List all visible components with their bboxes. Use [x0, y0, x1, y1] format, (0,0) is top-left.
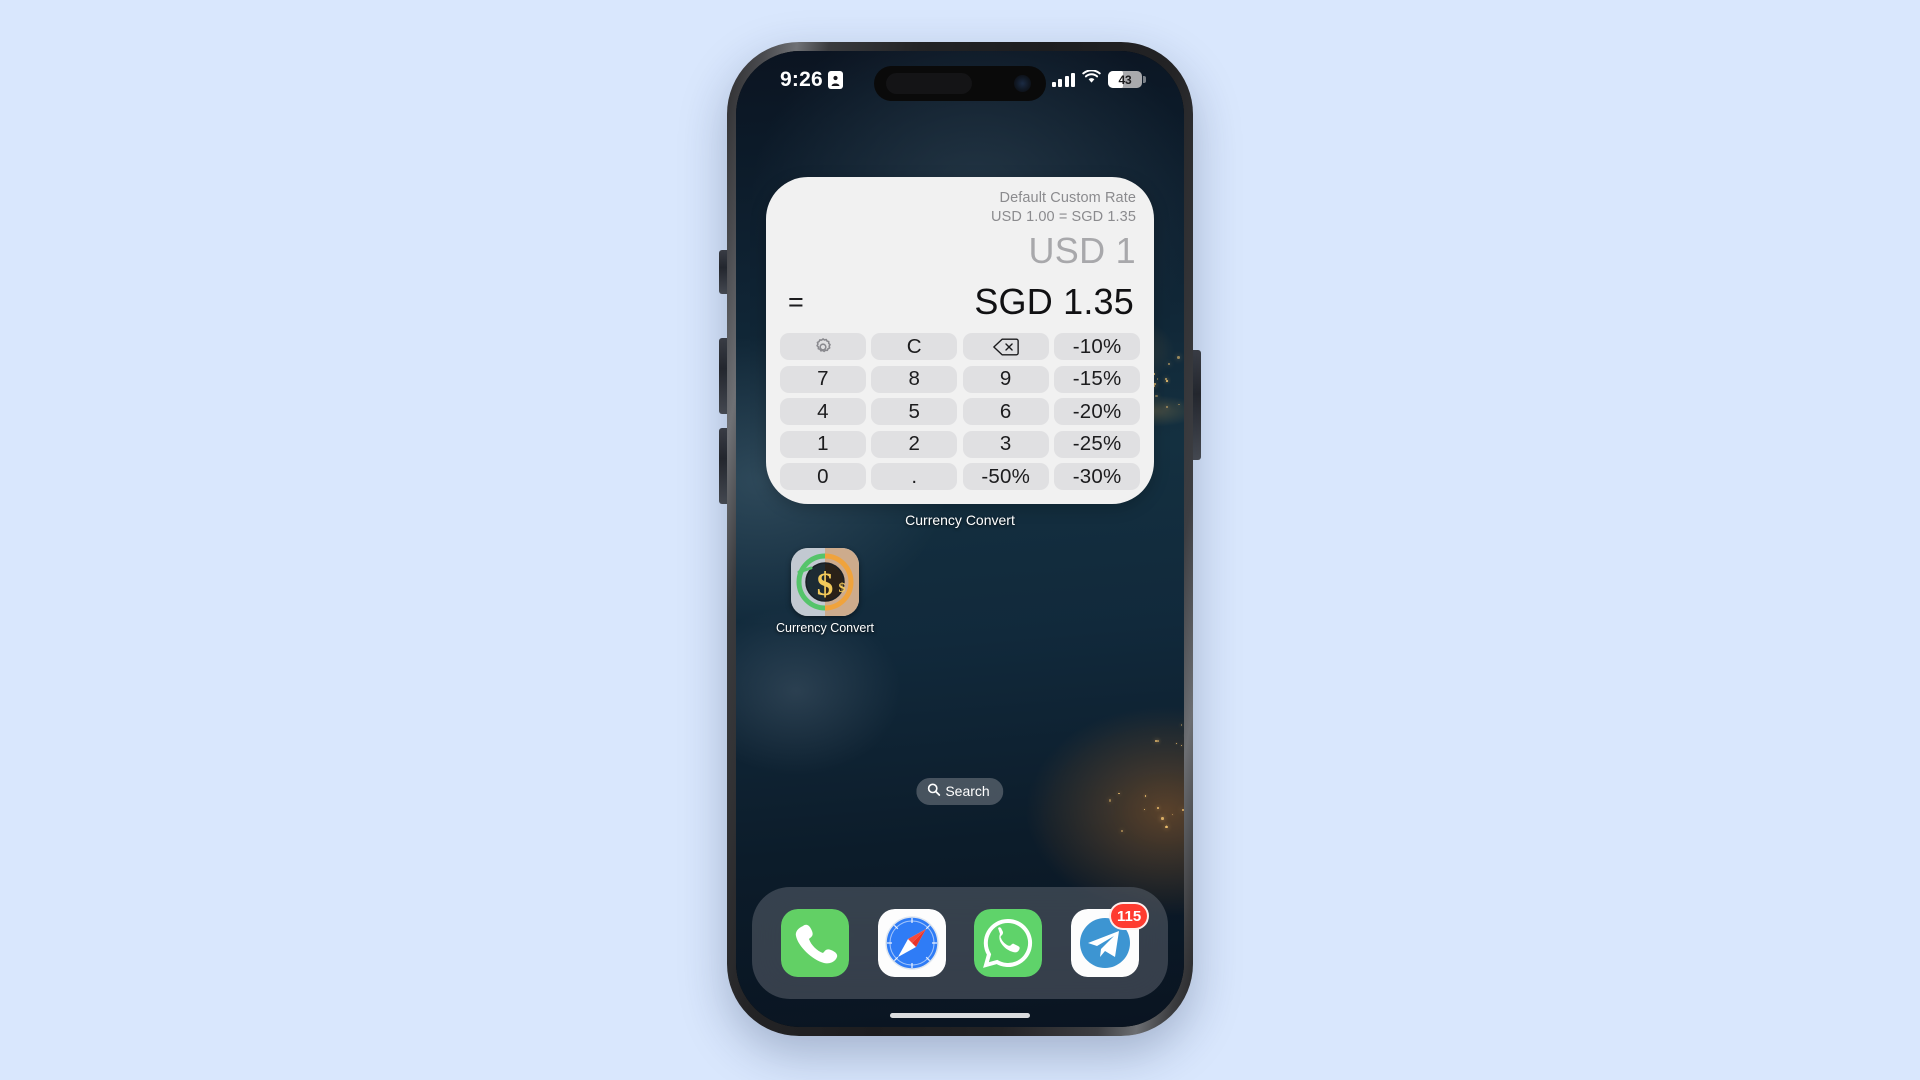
screenshot-stage: 9:26 43 Default Custom Rate USD 1.00 = S… [0, 0, 1920, 1080]
power-button[interactable] [1192, 350, 1201, 460]
cellular-signal-icon [1051, 72, 1075, 87]
digit-9-key[interactable]: 9 [962, 365, 1049, 393]
digit-1-key[interactable]: 1 [780, 430, 866, 458]
search-button[interactable]: Search [916, 778, 1004, 805]
discount-50-key[interactable]: -50% [962, 463, 1049, 490]
safari-icon[interactable] [877, 909, 946, 977]
equals-sign: = [788, 286, 804, 317]
gear-icon [812, 336, 834, 358]
dock-app-phone[interactable] [780, 909, 849, 977]
rate-label: Default Custom Rate [999, 190, 1136, 206]
status-clock: 9:26 [780, 68, 843, 92]
dock-app-whatsapp[interactable] [974, 909, 1043, 977]
whatsapp-icon[interactable] [974, 909, 1043, 977]
home-app-currency-convert[interactable]: $ $ Currency Convert [772, 548, 878, 635]
widget-header: Default Custom Rate USD 1.00 = SGD 1.35 … [780, 189, 1140, 273]
dock-app-safari[interactable] [877, 909, 946, 977]
clock-time: 9:26 [780, 68, 823, 91]
dynamic-island[interactable] [874, 66, 1046, 101]
digit-3-key[interactable]: 3 [962, 430, 1049, 458]
phone-icon[interactable] [780, 909, 849, 977]
search-icon [927, 783, 941, 799]
discount-15-key[interactable]: -15% [1054, 365, 1140, 393]
discount-20-key[interactable]: -20% [1054, 398, 1140, 425]
island-speaker-pill [886, 73, 972, 94]
discount-10-key[interactable]: -10% [1054, 333, 1140, 360]
screen-record-icon [827, 71, 843, 89]
rate-line: USD 1.00 = SGD 1.35 [991, 209, 1136, 225]
digit-5-key[interactable]: 5 [871, 398, 958, 425]
dock: 115 [752, 887, 1168, 999]
backspace-key[interactable] [962, 333, 1049, 360]
phone-device-frame: 9:26 43 Default Custom Rate USD 1.00 = S… [727, 42, 1193, 1036]
home-indicator[interactable] [890, 1013, 1030, 1018]
phone-screen: 9:26 43 Default Custom Rate USD 1.00 = S… [736, 51, 1184, 1027]
digit-2-key[interactable]: 2 [871, 430, 958, 458]
digit-4-key[interactable]: 4 [780, 398, 866, 425]
converted-amount-display: SGD 1.35 [974, 281, 1134, 322]
currency-convert-widget[interactable]: Default Custom Rate USD 1.00 = SGD 1.35 … [766, 177, 1154, 504]
search-label: Search [945, 783, 990, 799]
clear-key[interactable]: C [871, 333, 958, 360]
currency-convert-icon[interactable]: $ $ [791, 548, 859, 616]
discount-25-key[interactable]: -25% [1054, 430, 1140, 458]
keypad: C -10% 7 8 9 -15% 4 5 6 -20% 1 2 3 -25% 0. -50% -30% [780, 333, 1140, 490]
front-camera-icon [1014, 75, 1031, 92]
conversion-result-row: = SGD 1.35 [780, 273, 1140, 333]
wifi-icon [1082, 69, 1101, 89]
discount-30-key[interactable]: -30% [1054, 463, 1140, 490]
backspace-icon [992, 337, 1019, 357]
battery-percent-label: 43 [1118, 72, 1132, 87]
widget-caption: Currency Convert [905, 512, 1015, 528]
svg-text:$: $ [817, 567, 834, 603]
digit-6-key[interactable]: 6 [962, 398, 1049, 425]
app-label: Currency Convert [776, 621, 874, 635]
svg-text:$: $ [839, 581, 846, 596]
status-bar: 9:26 43 [736, 51, 1184, 113]
digit-0-key[interactable]: 0 [780, 463, 866, 490]
dock-app-telegram[interactable]: 115 [1071, 902, 1150, 977]
input-amount-display: USD 1 [1028, 230, 1136, 271]
settings-key[interactable] [780, 333, 866, 360]
digit-8-key[interactable]: 8 [871, 365, 958, 393]
telegram-badge: 115 [1108, 902, 1150, 930]
decimal-key[interactable]: . [871, 463, 958, 490]
battery-indicator: 43 [1108, 71, 1146, 88]
status-indicators: 43 [1051, 69, 1146, 89]
digit-7-key[interactable]: 7 [780, 365, 866, 393]
